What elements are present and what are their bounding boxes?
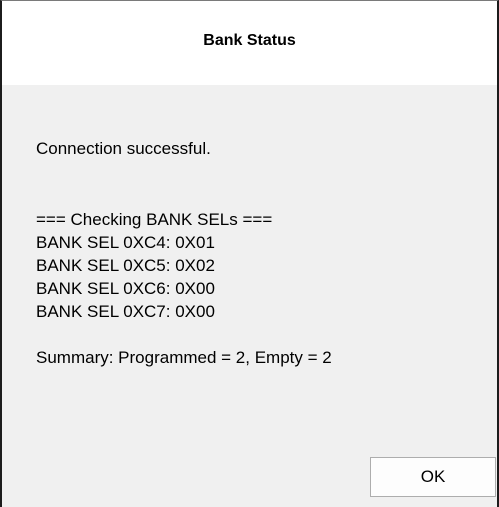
bank-sel-line: BANK SEL 0XC4: 0X01 xyxy=(36,233,215,252)
ok-button[interactable]: OK xyxy=(370,457,496,497)
bank-check-header: === Checking BANK SELs === xyxy=(36,210,273,229)
bank-sel-line: BANK SEL 0XC5: 0X02 xyxy=(36,256,215,275)
dialog-title: Bank Status xyxy=(203,32,296,49)
bank-sel-line: BANK SEL 0XC6: 0X00 xyxy=(36,279,215,298)
bank-status-dialog: Bank Status Connection successful. === C… xyxy=(0,0,499,507)
connection-status-text: Connection successful. xyxy=(36,139,211,158)
title-bar: Bank Status xyxy=(2,1,497,85)
bank-sel-line: BANK SEL 0XC7: 0X00 xyxy=(36,302,215,321)
summary-text: Summary: Programmed = 2, Empty = 2 xyxy=(36,348,332,367)
message-body: Connection successful. === Checking BANK… xyxy=(36,137,477,369)
